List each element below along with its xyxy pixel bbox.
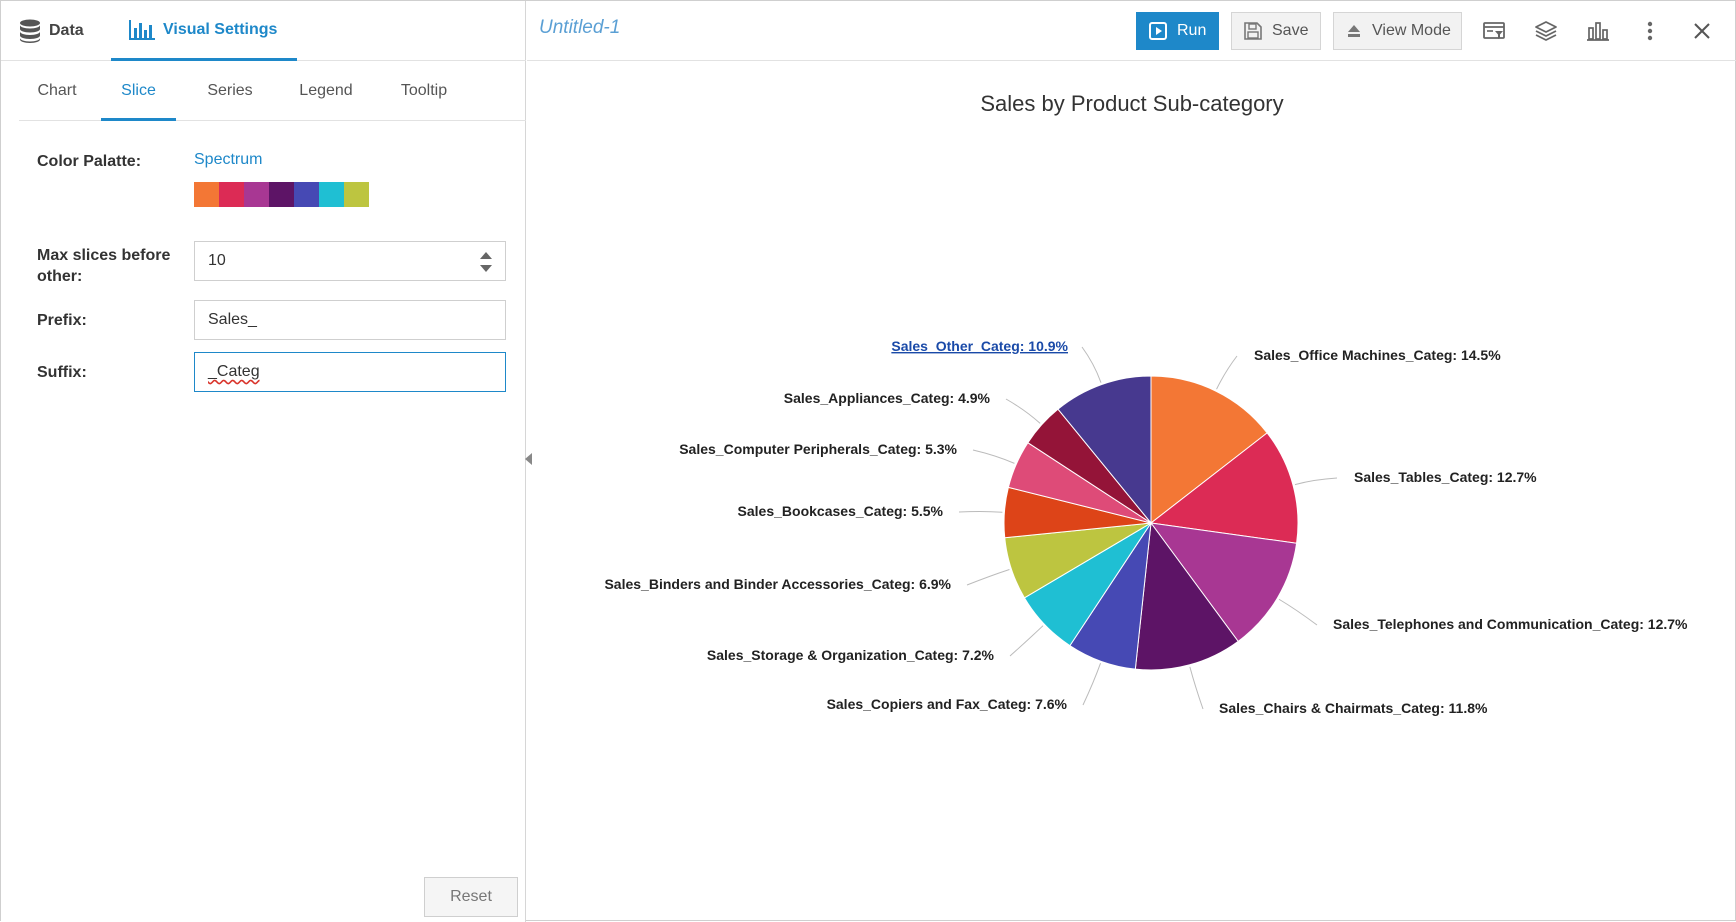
slice-label: Sales_Tables_Categ: 12.7%	[1354, 469, 1537, 485]
prefix-input[interactable]: Sales_	[194, 300, 506, 340]
max-slices-value: 10	[208, 252, 226, 269]
slice-label: Sales_Telephones and Communication_Categ…	[1333, 616, 1688, 632]
max-slices-stepper[interactable]: 10	[194, 241, 506, 281]
play-icon	[1149, 22, 1167, 40]
tab-slice[interactable]: Slice	[101, 61, 176, 121]
suffix-label: Suffix:	[37, 364, 87, 381]
layers-icon[interactable]	[1534, 19, 1558, 43]
leader-line	[1278, 598, 1318, 626]
tab-chart[interactable]: Chart	[19, 61, 95, 121]
save-label: Save	[1272, 22, 1309, 39]
suffix-value: _Categ	[208, 363, 260, 380]
leader-line	[1005, 398, 1041, 424]
chart-header: Untitled-1 Run Save View Mode	[527, 1, 1736, 61]
slice-label: Sales_Computer Peripherals_Categ: 5.3%	[679, 441, 957, 457]
slice-label: Sales_Office Machines_Categ: 14.5%	[1254, 347, 1501, 363]
document-title[interactable]: Untitled-1	[539, 17, 620, 39]
app-window: Data Visual Settings Chart Slice Series …	[0, 0, 1736, 922]
chart-type-icon[interactable]	[1586, 19, 1610, 43]
database-icon	[20, 19, 40, 43]
max-slices-label-line2: other:	[37, 268, 83, 285]
leader-line	[1216, 355, 1238, 390]
max-slices-label-line1: Max slices before	[37, 247, 171, 264]
leader-line	[1189, 666, 1204, 710]
save-button[interactable]: Save	[1231, 12, 1321, 50]
chart-area: Untitled-1 Run Save View Mode Sales by P…	[527, 1, 1736, 922]
floppy-disk-icon	[1244, 22, 1262, 40]
tab-visual-settings-label: Visual Settings	[163, 20, 278, 38]
tab-data-label: Data	[49, 22, 84, 39]
leader-line	[966, 569, 1010, 586]
view-mode-label: View Mode	[1372, 22, 1451, 39]
palette-swatch	[319, 182, 344, 207]
slice-label[interactable]: Sales_Other_Categ: 10.9%	[891, 338, 1068, 354]
leader-line	[1082, 663, 1101, 706]
bar-chart-icon	[129, 19, 155, 40]
filter-panel-icon[interactable]	[1482, 19, 1506, 43]
leader-line	[972, 449, 1015, 464]
palette-name-link[interactable]: Spectrum	[194, 151, 262, 169]
top-tab-bar: Data Visual Settings	[1, 1, 526, 61]
palette-swatch	[219, 182, 244, 207]
sub-tab-bar: Chart Slice Series Legend Tooltip	[19, 61, 526, 121]
tab-legend[interactable]: Legend	[281, 61, 371, 121]
palette-swatch	[294, 182, 319, 207]
leader-line	[1009, 625, 1044, 657]
palette-swatches[interactable]	[194, 182, 369, 207]
run-label: Run	[1177, 22, 1207, 39]
eject-icon	[1348, 25, 1360, 37]
palette-swatch	[194, 182, 219, 207]
palette-swatch	[269, 182, 294, 207]
view-mode-button[interactable]: View Mode	[1333, 12, 1462, 50]
reset-button[interactable]: Reset	[424, 877, 518, 917]
run-button[interactable]: Run	[1136, 12, 1219, 50]
more-options-icon[interactable]	[1638, 19, 1662, 43]
slice-label: Sales_Chairs & Chairmats_Categ: 11.8%	[1219, 700, 1488, 716]
color-palette-label: Color Palatte:	[37, 153, 142, 170]
leader-line	[1294, 477, 1338, 486]
tab-tooltip[interactable]: Tooltip	[381, 61, 467, 121]
palette-swatch	[244, 182, 269, 207]
max-slices-label: Max slices before other:	[37, 245, 170, 287]
suffix-input[interactable]: _Categ	[194, 352, 506, 392]
palette-swatch	[344, 182, 369, 207]
tab-data[interactable]: Data	[19, 1, 84, 61]
slice-label: Sales_Copiers and Fax_Categ: 7.6%	[827, 696, 1068, 712]
tab-series[interactable]: Series	[189, 61, 271, 121]
prefix-label: Prefix:	[37, 312, 87, 329]
pie-chart: Sales_Office Machines_Categ: 14.5% Sales_…	[604, 338, 1688, 716]
slice-label: Sales_Bookcases_Categ: 5.5%	[738, 503, 944, 519]
prefix-value: Sales_	[208, 311, 257, 328]
slice-label: Sales_Storage & Organization_Categ: 7.2%	[707, 647, 995, 663]
leader-line	[1081, 346, 1102, 383]
leader-line	[958, 510, 1003, 513]
tab-visual-settings[interactable]: Visual Settings	[111, 1, 297, 61]
settings-panel: Data Visual Settings Chart Slice Series …	[1, 1, 526, 922]
close-icon[interactable]	[1690, 19, 1714, 43]
slice-label: Sales_Binders and Binder Accessories_Cat…	[604, 576, 951, 592]
spinner-arrows-icon[interactable]	[479, 250, 493, 274]
slice-label: Sales_Appliances_Categ: 4.9%	[784, 390, 991, 406]
